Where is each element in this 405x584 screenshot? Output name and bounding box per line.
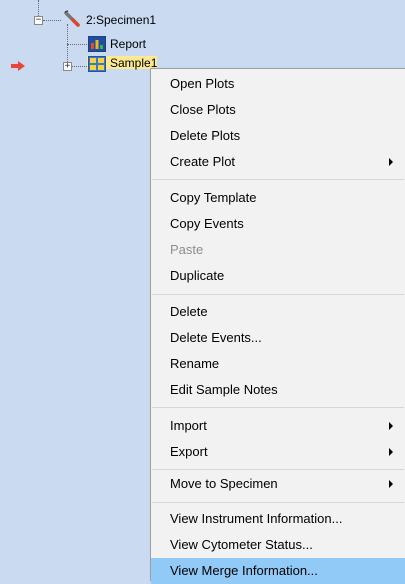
menu-item-label: Copy Template — [170, 190, 257, 205]
tree-connector — [72, 66, 87, 67]
menu-separator — [152, 179, 404, 180]
menu-item-edit-sample-notes[interactable]: Edit Sample Notes — [151, 377, 405, 403]
tree-connector — [38, 0, 39, 16]
submenu-arrow-icon — [389, 422, 393, 430]
menu-item-rename[interactable]: Rename — [151, 351, 405, 377]
submenu-arrow-icon — [389, 448, 393, 456]
menu-item-view-merge-information[interactable]: View Merge Information... — [151, 558, 405, 584]
menu-item-label: Edit Sample Notes — [170, 382, 278, 397]
specimen-tube-icon — [64, 10, 80, 27]
menu-item-copy-events[interactable]: Copy Events — [151, 211, 405, 237]
tree-connector — [67, 44, 87, 45]
tree-connector — [67, 24, 68, 66]
menu-item-duplicate[interactable]: Duplicate — [151, 263, 405, 289]
menu-item-label: Paste — [170, 242, 204, 257]
menu-item-label: Delete Events... — [170, 330, 262, 345]
menu-item-label: View Merge Information... — [170, 563, 318, 578]
menu-item-paste: Paste — [151, 237, 405, 263]
menu-item-delete-events[interactable]: Delete Events... — [151, 325, 405, 351]
report-node-label[interactable]: Report — [110, 37, 146, 51]
menu-item-label: Import — [170, 418, 207, 433]
sample-icon — [88, 56, 106, 72]
tree-connector — [43, 20, 61, 21]
menu-item-label: View Cytometer Status... — [170, 537, 313, 552]
menu-item-view-instrument-information[interactable]: View Instrument Information... — [151, 506, 405, 532]
menu-item-label: Move to Specimen — [170, 476, 278, 491]
menu-separator — [152, 469, 404, 470]
menu-item-label: Duplicate — [170, 268, 225, 283]
menu-item-export[interactable]: Export — [151, 439, 405, 465]
menu-item-create-plot[interactable]: Create Plot — [151, 149, 405, 175]
menu-separator — [152, 294, 404, 295]
menu-item-label: Delete — [170, 304, 208, 319]
menu-item-move-to-specimen[interactable]: Move to Specimen — [151, 471, 405, 497]
menu-separator — [152, 407, 404, 408]
menu-item-import[interactable]: Import — [151, 413, 405, 439]
menu-item-open-plots[interactable]: Open Plots — [151, 71, 405, 97]
menu-item-label: Delete Plots — [170, 128, 241, 143]
menu-item-label: Open Plots — [170, 76, 235, 91]
menu-item-label: Copy Events — [170, 216, 244, 231]
menu-item-label: View Instrument Information... — [170, 511, 343, 526]
menu-item-label: Rename — [170, 356, 220, 371]
menu-separator — [152, 502, 404, 503]
specimen-node-label[interactable]: 2:Specimen1 — [86, 13, 156, 27]
menu-item-close-plots[interactable]: Close Plots — [151, 97, 405, 123]
report-icon — [88, 36, 106, 52]
sample-context-menu: Open Plots Close Plots Delete Plots Crea… — [150, 68, 405, 584]
menu-item-view-cytometer-status[interactable]: View Cytometer Status... — [151, 532, 405, 558]
menu-item-label: Export — [170, 444, 208, 459]
pointer-arrow-icon — [11, 61, 25, 71]
sample-expand-toggle[interactable]: + — [63, 62, 72, 71]
menu-item-delete[interactable]: Delete — [151, 299, 405, 325]
specimen-collapse-toggle[interactable]: − — [34, 16, 43, 25]
menu-item-label: Close Plots — [170, 102, 236, 117]
menu-item-delete-plots[interactable]: Delete Plots — [151, 123, 405, 149]
menu-item-copy-template[interactable]: Copy Template — [151, 185, 405, 211]
submenu-arrow-icon — [389, 158, 393, 166]
submenu-arrow-icon — [389, 480, 393, 488]
menu-item-label: Create Plot — [170, 154, 236, 169]
